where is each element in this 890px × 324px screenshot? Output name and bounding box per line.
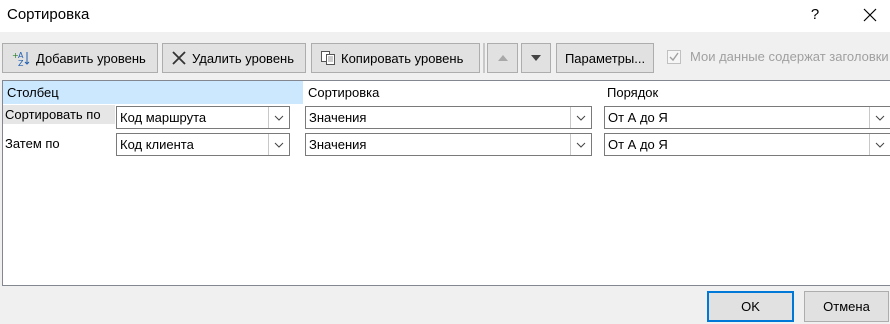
chevron-down-icon [274,142,284,148]
order-header: Порядок [607,85,659,100]
sort-levels-grid: Столбец Сортировка Порядок Сортировать п… [2,80,890,286]
order-select-value: От А до Я [608,110,668,125]
headers-checkbox-label: Мои данные содержат заголовки [690,49,889,64]
toolbar-separator [483,43,485,73]
order-select-row-2[interactable]: От А до Я [604,133,890,156]
dropdown-button[interactable] [268,107,289,128]
order-select-row-1[interactable]: От А до Я [604,106,890,129]
dropdown-button[interactable] [570,134,591,155]
options-button[interactable]: Параметры... [556,43,654,73]
order-select-value: От А до Я [608,137,668,152]
copy-level-label: Копировать уровень [341,50,464,66]
arrow-down-icon [531,55,541,61]
copy-icon [320,50,336,66]
move-up-button[interactable] [487,43,518,73]
add-level-label: Добавить уровень [36,50,146,66]
close-button[interactable] [853,2,887,28]
dropdown-button[interactable] [570,107,591,128]
chevron-down-icon [576,115,586,121]
delete-level-label: Удалить уровень [192,50,295,66]
chevron-down-icon [875,142,885,148]
column-select-value: Код клиента [120,137,194,152]
sort-on-header: Сортировка [308,85,380,100]
chevron-down-icon [576,142,586,148]
sort-on-select-row-2[interactable]: Значения [305,133,592,156]
headers-checkbox-wrap: Мои данные содержат заголовки [667,49,889,64]
add-level-icon: + A Z [11,49,31,67]
svg-text:Z: Z [18,59,24,67]
row-label-sort-by[interactable]: Сортировать по [3,105,115,124]
headers-checkbox[interactable] [667,49,681,64]
dropdown-button[interactable] [268,134,289,155]
options-label: Параметры... [564,50,646,66]
ok-button[interactable]: OK [707,291,794,322]
move-down-button[interactable] [521,43,551,73]
add-level-button[interactable]: + A Z Добавить уровень [2,43,158,73]
column-select-value: Код маршрута [120,110,207,125]
chevron-down-icon [875,115,885,121]
toolbar: + A Z Добавить уровень Удалить уровень К… [0,32,890,80]
dropdown-button[interactable] [869,134,890,155]
sort-on-select-value: Значения [309,137,367,152]
arrow-up-icon [497,55,508,61]
row-label-then-by[interactable]: Затем по [5,136,60,151]
copy-level-button[interactable]: Копировать уровень [311,43,480,73]
column-header: Столбец [7,85,59,100]
delete-icon [171,50,187,66]
title-bar: Сортировка ? [0,0,890,32]
chevron-down-icon [274,115,284,121]
dropdown-button[interactable] [869,107,890,128]
sort-on-select-row-1[interactable]: Значения [305,106,592,129]
close-icon [863,8,877,22]
column-select-row-1[interactable]: Код маршрута [116,106,290,129]
help-button[interactable]: ? [800,2,830,28]
dialog-title: Сортировка [7,6,90,23]
column-select-row-2[interactable]: Код клиента [116,133,290,156]
checkmark-icon [669,52,679,61]
delete-level-button[interactable]: Удалить уровень [162,43,306,73]
cancel-button[interactable]: Отмена [804,291,889,322]
sort-on-select-value: Значения [309,110,367,125]
